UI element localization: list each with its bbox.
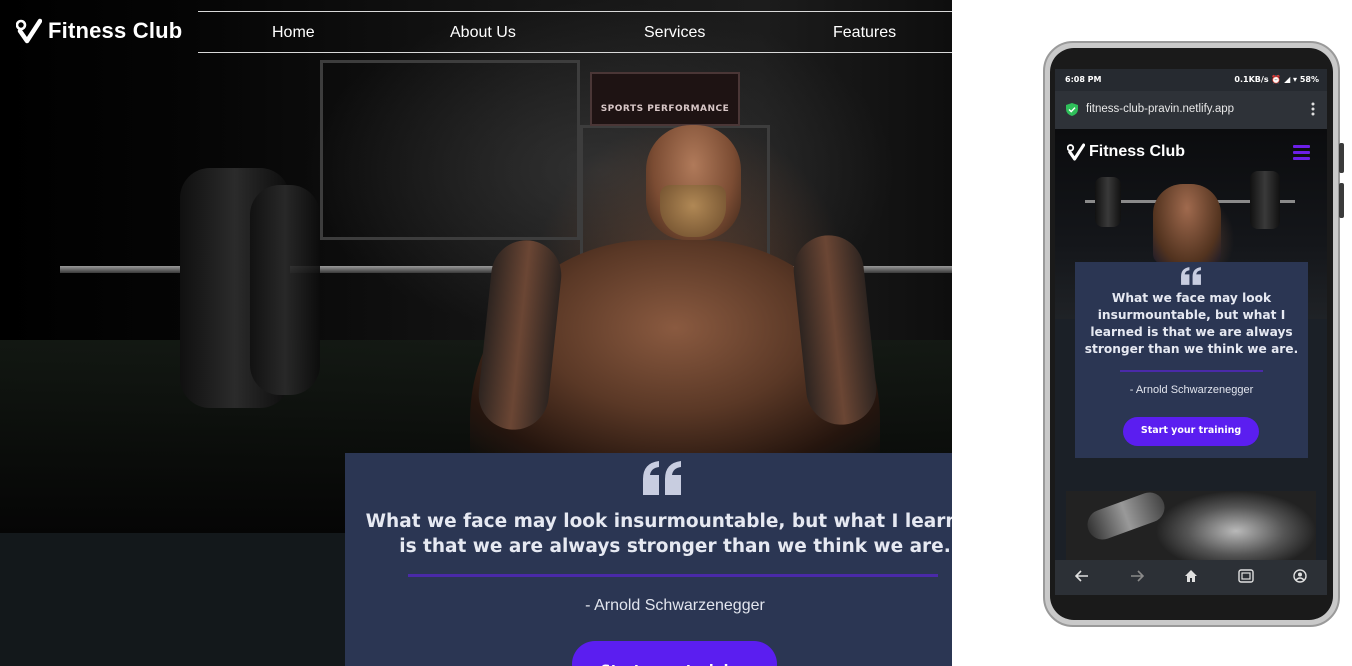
back-arrow-icon[interactable]: [1075, 569, 1089, 583]
quote-divider: [408, 574, 938, 577]
browser-url-bar[interactable]: fitness-club-pravin.netlify.app: [1055, 91, 1327, 129]
quote-open-icon: [643, 461, 681, 495]
logo-text: Fitness Club: [48, 18, 183, 43]
start-training-button[interactable]: Start your training: [572, 641, 777, 666]
mobile-logo-text: Fitness Club: [1089, 143, 1186, 160]
nav-services[interactable]: Services: [644, 24, 705, 42]
quote-author: - Arnold Schwarzenegger: [585, 597, 765, 614]
mobile-photo-figure: [1083, 491, 1169, 544]
status-time: 6:08 PM: [1065, 75, 1102, 84]
gym-sign: SPORTS PERFORMANCE: [590, 72, 740, 126]
phone-volume-button: [1339, 143, 1344, 173]
kebab-menu-icon[interactable]: [1311, 102, 1315, 116]
mobile-site-logo[interactable]: Fitness Club: [1067, 143, 1185, 161]
quote-open-icon: [1181, 267, 1201, 285]
tabs-icon[interactable]: [1238, 569, 1254, 583]
site-logo[interactable]: Fitness Club: [16, 18, 182, 44]
screenshot-stage: SPORTS PERFORMANCE Fitness Club Home Abo…: [0, 0, 1352, 666]
nav-features[interactable]: Features: [833, 24, 896, 42]
mobile-quote-card: What we face may look insurmountable, bu…: [1075, 262, 1308, 458]
nav-about-us[interactable]: About Us: [450, 24, 516, 42]
forward-arrow-icon[interactable]: [1130, 569, 1144, 583]
mobile-lifter: [1153, 184, 1221, 264]
barbell-plate: [250, 185, 320, 395]
quote-card: What we face may look insurmountable, bu…: [345, 453, 952, 666]
browser-bottom-bar: [1055, 560, 1327, 595]
home-icon[interactable]: [1184, 569, 1198, 583]
status-indicators: 0.1KB/s ⏰ ◢ ▾ 58%: [1234, 75, 1319, 84]
mobile-quote-divider: [1120, 370, 1263, 372]
mobile-secondary-photo: [1066, 491, 1316, 561]
phone-power-button: [1339, 183, 1344, 218]
nav-home[interactable]: Home: [272, 24, 315, 42]
phone-screen: 6:08 PM 0.1KB/s ⏰ ◢ ▾ 58% fitness-club-p…: [1055, 69, 1327, 595]
quote-text: What we face may look insurmountable, bu…: [365, 511, 952, 557]
mobile-barbell-plate: [1250, 171, 1280, 229]
gym-sign-text: SPORTS PERFORMANCE: [600, 104, 730, 114]
desktop-view: SPORTS PERFORMANCE Fitness Club Home Abo…: [0, 0, 952, 666]
heart-check-icon: [1067, 143, 1085, 161]
gym-window-frame: [320, 60, 580, 240]
url-text[interactable]: fitness-club-pravin.netlify.app: [1086, 103, 1234, 115]
main-navigation: Home About Us Services Features: [198, 11, 952, 53]
hamburger-menu-icon[interactable]: [1293, 145, 1310, 163]
mobile-quote-author: - Arnold Schwarzenegger: [1129, 384, 1254, 396]
secure-shield-icon: [1066, 103, 1078, 116]
profile-icon[interactable]: [1293, 569, 1307, 583]
mobile-quote-text: What we face may look insurmountable, bu…: [1084, 291, 1299, 356]
lifter-beard: [660, 185, 726, 237]
status-bar: 6:08 PM 0.1KB/s ⏰ ◢ ▾ 58%: [1055, 69, 1327, 91]
mobile-start-training-button[interactable]: Start your training: [1123, 417, 1259, 446]
mobile-barbell-plate: [1095, 177, 1121, 227]
heart-check-icon: [16, 18, 42, 44]
